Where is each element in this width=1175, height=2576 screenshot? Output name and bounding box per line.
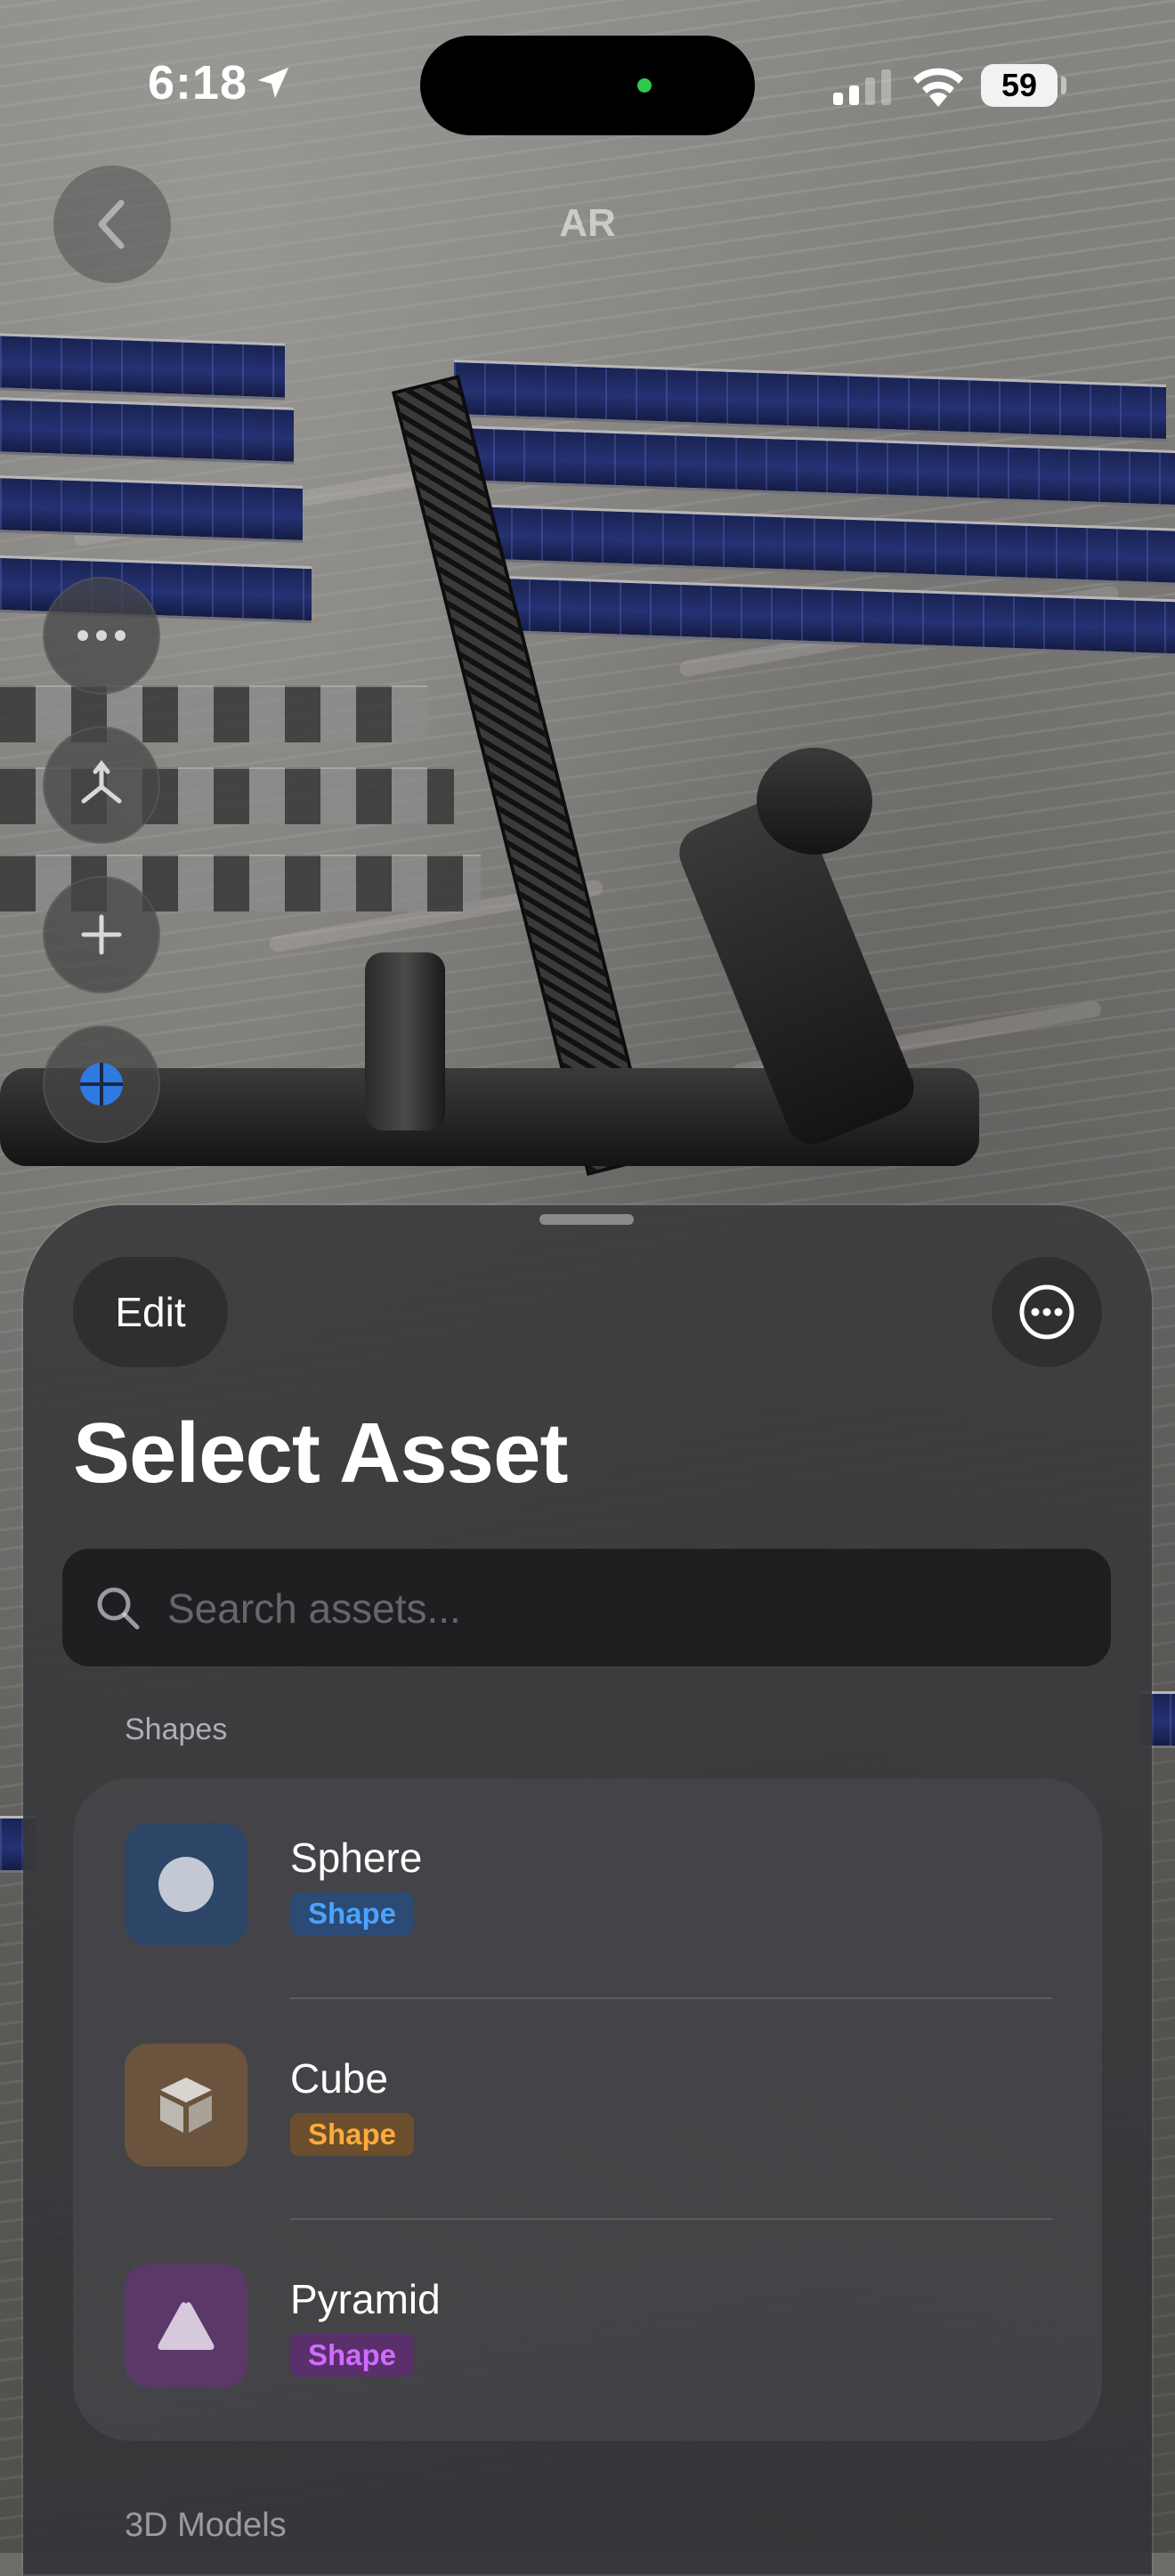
status-bar: 6:18 59 (0, 0, 1175, 169)
asset-thumbnail (125, 2264, 247, 2387)
triangle-icon (158, 2302, 215, 2350)
more-tools-button[interactable] (43, 577, 160, 694)
asset-thumbnail (125, 2044, 247, 2167)
solar-panel (0, 397, 294, 465)
wifi-icon (913, 68, 963, 107)
search-input[interactable] (166, 1549, 1077, 1668)
more-options-button[interactable] (992, 1257, 1102, 1367)
solar-panel (481, 504, 1175, 586)
add-asset-button[interactable] (43, 876, 160, 993)
solar-panel (498, 575, 1175, 657)
edit-button[interactable]: Edit (73, 1257, 228, 1367)
status-time: 6:18 (148, 56, 248, 109)
ellipsis-icon (77, 630, 126, 641)
shapes-list: Sphere Shape Cube Shape Pyramid Shape (73, 1778, 1102, 2441)
list-item-sphere[interactable]: Sphere Shape (73, 1778, 1102, 1999)
back-button[interactable] (53, 166, 171, 283)
station-module (365, 952, 445, 1130)
search-field[interactable] (62, 1549, 1111, 1668)
asset-name: Pyramid (290, 2276, 441, 2322)
asset-type-badge: Shape (290, 1892, 415, 1935)
select-asset-sheet: Edit Select Asset Shapes Sphere Shape (23, 1205, 1152, 2576)
plus-icon (81, 914, 122, 955)
section-header-shapes: Shapes (125, 1713, 228, 1746)
axes-icon (81, 760, 122, 804)
cellular-signal-icon (833, 69, 891, 105)
globe-button[interactable] (43, 1025, 160, 1143)
sheet-title: Select Asset (73, 1405, 568, 1501)
radiator-panel (0, 685, 427, 742)
asset-thumbnail (125, 1823, 247, 1946)
asset-type-badge: Shape (290, 2113, 415, 2156)
asset-type-badge: Shape (290, 2334, 415, 2377)
chevron-left-icon (98, 199, 125, 249)
transform-axes-button[interactable] (43, 726, 160, 844)
globe-icon (80, 1063, 123, 1106)
circle-icon (158, 1857, 214, 1912)
list-item-pyramid[interactable]: Pyramid Shape (73, 2220, 1102, 2441)
sheet-grabber[interactable] (539, 1214, 634, 1225)
nav-title: AR (559, 201, 616, 245)
section-header-3d-models: 3D Models (125, 2507, 287, 2544)
cube-icon (160, 2078, 212, 2133)
solar-panel (0, 333, 285, 401)
solar-panel (0, 475, 303, 543)
camera-indicator-icon (637, 78, 652, 93)
battery-level: 59 (981, 64, 1058, 107)
battery-tip (1061, 77, 1066, 94)
asset-name: Cube (290, 2055, 388, 2102)
location-arrow-icon (257, 67, 289, 99)
station-module (757, 748, 872, 855)
search-icon (97, 1587, 140, 1630)
list-item-cube[interactable]: Cube Shape (73, 1999, 1102, 2220)
ellipsis-circle-icon (1019, 1284, 1074, 1340)
asset-name: Sphere (290, 1835, 423, 1881)
dynamic-island (420, 36, 755, 135)
